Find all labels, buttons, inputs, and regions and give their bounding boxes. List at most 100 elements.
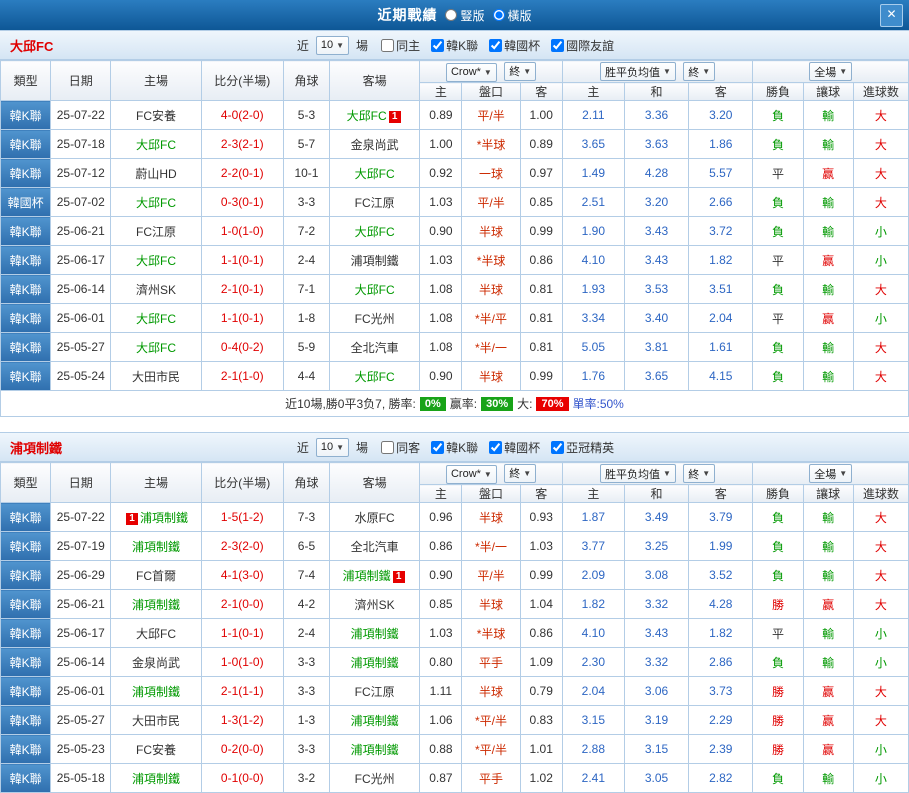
- team-link[interactable]: 全北汽車: [351, 341, 399, 355]
- team-link[interactable]: 浦項制鐵: [132, 598, 180, 612]
- team-link[interactable]: 濟州SK: [355, 598, 395, 612]
- goals-result-cell: 大: [852, 589, 909, 619]
- league-filter[interactable]: 韓K聯: [431, 439, 478, 456]
- horizontal-layout-radio[interactable]: [492, 9, 505, 21]
- league-filter[interactable]: 韓國杯: [489, 37, 540, 54]
- team-link[interactable]: 大邱FC: [355, 167, 395, 181]
- goals-result-cell: 大: [852, 560, 909, 590]
- recent-label: 近: [296, 440, 309, 455]
- home-odds-cell: 0.87: [419, 763, 463, 793]
- col-date: 日期: [50, 60, 112, 101]
- team-link[interactable]: 大邱FC: [355, 370, 395, 384]
- team-link[interactable]: 浦項制鐵: [132, 540, 180, 554]
- odds-type-select[interactable]: 胜平负均值 ▼: [599, 464, 676, 483]
- league-filter-checkbox[interactable]: [431, 38, 445, 52]
- away-odds-cell: 1.03: [519, 531, 563, 561]
- final-odds-select[interactable]: 終 ▼: [683, 62, 716, 81]
- league-filter-checkbox[interactable]: [431, 440, 445, 454]
- team-link[interactable]: 金泉尚武: [132, 656, 180, 670]
- team-link[interactable]: 蔚山HD: [135, 167, 176, 181]
- team-link[interactable]: 大邱FC: [136, 341, 176, 355]
- league-filter-checkbox[interactable]: [551, 38, 565, 52]
- team-link[interactable]: 金泉尚武: [351, 138, 399, 152]
- league-filter[interactable]: 韓國杯: [489, 439, 540, 456]
- recent-count-value: 10: [320, 39, 334, 51]
- recent-count-select[interactable]: 10 ▼: [315, 437, 350, 457]
- team-link[interactable]: FC安養: [136, 109, 176, 123]
- mean-away-cell: 1.99: [688, 531, 754, 561]
- final-odds-select[interactable]: 終 ▼: [683, 464, 716, 483]
- result-cell: 負: [752, 187, 804, 217]
- odds-type-select[interactable]: 胜平负均值 ▼: [599, 62, 676, 81]
- team-link[interactable]: FC首爾: [136, 569, 176, 583]
- team-link[interactable]: FC光州: [355, 772, 395, 786]
- panel-title: 近期戰績: [377, 7, 438, 23]
- league-filter[interactable]: 國際友誼: [551, 37, 614, 54]
- team-link[interactable]: 浦項制鐵: [351, 743, 399, 757]
- team-link[interactable]: 浦項制鐵: [351, 656, 399, 670]
- team-link[interactable]: FC安養: [136, 743, 176, 757]
- result-cell: 平: [752, 618, 804, 648]
- team-link[interactable]: FC江原: [136, 225, 176, 239]
- home-team-cell: 大邱FC: [110, 245, 202, 275]
- team-link[interactable]: 大邱FC: [355, 283, 395, 297]
- vertical-layout-radio[interactable]: [445, 9, 458, 21]
- team-link[interactable]: 浦項制鐵: [351, 714, 399, 728]
- away-team-cell: 大邱FC: [329, 274, 421, 304]
- bookmaker-select[interactable]: Crow* ▼: [445, 464, 497, 484]
- team-link[interactable]: 浦項制鐵: [351, 254, 399, 268]
- recent-count-select[interactable]: 10 ▼: [315, 35, 350, 55]
- team-link[interactable]: 大邱FC: [136, 196, 176, 210]
- team-link[interactable]: 大邱FC: [136, 254, 176, 268]
- home-team-cell: 蔚山HD: [110, 158, 202, 188]
- team-link[interactable]: 浦項制鐵: [132, 685, 180, 699]
- league-filter-checkbox[interactable]: [381, 440, 395, 454]
- final-odds-select[interactable]: 終 ▼: [504, 61, 537, 81]
- scope-select[interactable]: 全場 ▼: [809, 464, 853, 483]
- team-link[interactable]: 全北汽車: [351, 540, 399, 554]
- team-link[interactable]: 大邱FC: [136, 138, 176, 152]
- col-corner: 角球: [282, 60, 331, 101]
- home-odds-cell: 0.86: [419, 531, 463, 561]
- team-link[interactable]: 大田市民: [132, 370, 180, 384]
- team-link[interactable]: 大邱FC: [136, 312, 176, 326]
- league-filter-checkbox[interactable]: [489, 440, 503, 454]
- team-link[interactable]: 大邱FC: [355, 225, 395, 239]
- team-link[interactable]: FC江原: [355, 196, 395, 210]
- scope-select[interactable]: 全場 ▼: [809, 62, 853, 81]
- team-link[interactable]: FC江原: [355, 685, 395, 699]
- league-filter[interactable]: 同主: [381, 37, 420, 54]
- league-filter[interactable]: 韓K聯: [431, 37, 478, 54]
- mean-draw-cell: 3.25: [623, 531, 690, 561]
- close-button[interactable]: ✕: [880, 4, 903, 27]
- date-cell: 25-06-21: [50, 589, 112, 619]
- final-odds-select[interactable]: 終 ▼: [504, 463, 537, 483]
- team-link[interactable]: FC光州: [355, 312, 395, 326]
- titlebar: 近期戰績 豎版 橫版 ✕: [0, 0, 909, 30]
- team-link[interactable]: 浦項制鐵: [140, 511, 188, 525]
- team-link[interactable]: 浦項制鐵: [343, 569, 391, 583]
- mean-home-cell: 1.49: [561, 158, 625, 188]
- league-filter-checkbox[interactable]: [489, 38, 503, 52]
- away-odds-cell: 0.86: [519, 245, 563, 275]
- team-link[interactable]: 浦項制鐵: [351, 627, 399, 641]
- away-team-cell: 大邱FC: [329, 158, 421, 188]
- away-team-cell: 浦項制鐵: [329, 647, 421, 677]
- handicap-result-cell: 輸: [802, 502, 854, 532]
- team-link[interactable]: 水原FC: [355, 511, 395, 525]
- league-filter-checkbox[interactable]: [381, 38, 395, 52]
- team-link[interactable]: 大邱FC: [347, 109, 387, 123]
- layout-option-horizontal[interactable]: 橫版: [492, 7, 532, 24]
- team-link[interactable]: 濟州SK: [136, 283, 176, 297]
- layout-option-vertical[interactable]: 豎版: [445, 7, 485, 24]
- league-filter[interactable]: 亞冠精英: [551, 439, 614, 456]
- goals-result-cell: 小: [852, 245, 909, 275]
- league-filter-checkbox[interactable]: [551, 440, 565, 454]
- bookmaker-select[interactable]: Crow* ▼: [445, 62, 497, 82]
- mean-home-cell: 3.77: [561, 531, 625, 561]
- team-link[interactable]: 浦項制鐵: [132, 772, 180, 786]
- team-link[interactable]: 大邱FC: [136, 627, 176, 641]
- league-filter[interactable]: 同客: [381, 439, 420, 456]
- mean-home-cell: 2.51: [561, 187, 625, 217]
- team-link[interactable]: 大田市民: [132, 714, 180, 728]
